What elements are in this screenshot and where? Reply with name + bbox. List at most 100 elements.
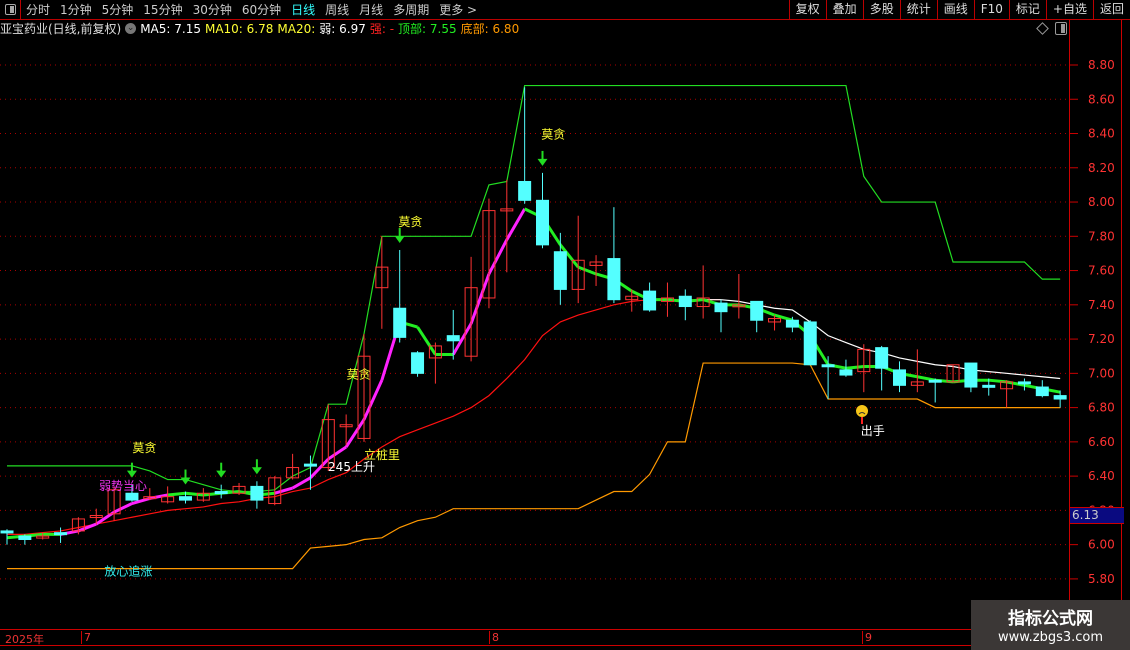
annotations: 莫贪莫贪莫贪莫贪弱势当心放心追涨245上升立桩里出手 — [99, 127, 885, 579]
annotation-label: 莫贪 — [132, 440, 156, 455]
buy-arrow-icon — [216, 470, 227, 478]
top-value: 顶部: 7.55 — [398, 22, 457, 36]
indicator-info-line: 亚宝药业(日线,前复权) ⌄ MA5: 7.15 MA10: 6.78 MA20… — [0, 20, 523, 37]
annotation-label: 莫贪 — [347, 366, 371, 381]
candle-body — [446, 335, 460, 342]
annotation-label: 莫贪 — [398, 214, 422, 229]
ma5-line-segment — [774, 313, 793, 322]
ma5-line-segment — [291, 476, 312, 490]
stock-title[interactable]: 亚宝药业(日线,前复权) — [0, 20, 121, 37]
toolbar-button[interactable]: 多股 — [862, 0, 900, 19]
ma5-line-segment — [309, 457, 330, 479]
panel-toggle-icon[interactable] — [1055, 22, 1067, 35]
annotation-label: 莫贪 — [541, 127, 565, 142]
candle-body — [964, 362, 978, 388]
strong-value: 强: - — [369, 22, 395, 36]
toolbar-button[interactable]: F10 — [973, 0, 1009, 19]
toolbar-button[interactable]: 叠加 — [825, 0, 863, 19]
tab-period[interactable]: 月线 — [354, 1, 388, 18]
tab-period[interactable]: 30分钟 — [188, 1, 237, 18]
candle-body — [553, 251, 567, 290]
candle-body — [678, 295, 692, 308]
candle-body — [303, 463, 317, 467]
toolbar-button[interactable]: 标记 — [1008, 0, 1046, 19]
gridlines — [0, 64, 1068, 580]
candle-body — [214, 491, 228, 495]
annotation-label: 245上升 — [328, 460, 375, 474]
candle-body — [411, 352, 425, 374]
ma5-line-segment — [362, 379, 384, 421]
annotation-label: 放心追涨 — [104, 563, 152, 578]
candle-body — [18, 535, 32, 541]
tab-period[interactable]: 多周期 — [388, 1, 434, 18]
ma20-label: MA20: — [277, 21, 316, 36]
month-label: 8 — [489, 631, 499, 644]
indicator-lines — [6, 84, 1061, 570]
ma5-value: MA5: 7.15 — [140, 21, 201, 36]
dropdown-chevron-icon[interactable]: ⌄ — [125, 23, 137, 34]
year-label: 2025年 — [5, 633, 44, 646]
tab-period[interactable]: 5分钟 — [97, 1, 139, 18]
toolbar-button[interactable]: 返回 — [1092, 0, 1130, 19]
bottom-value: 底部: 6.80 — [460, 22, 520, 36]
candle-body — [607, 258, 621, 301]
tab-period[interactable]: 15分钟 — [138, 1, 187, 18]
toolbar-buttons: 复权 叠加 多股 统计 画线 F10 标记 +自选 返回 — [788, 0, 1130, 19]
candle-body — [750, 300, 764, 321]
candle-body — [821, 364, 835, 368]
candle-body — [785, 319, 799, 328]
ma10-value: MA10: 6.78 — [204, 21, 274, 36]
watermark-logo: 指标公式网 www.zbgs3.com — [971, 600, 1130, 650]
ma5-line-segment — [344, 418, 366, 448]
tab-period[interactable]: 60分钟 — [237, 1, 286, 18]
candle-body — [0, 530, 14, 534]
weak-value: 弱: 6.97 — [319, 22, 366, 36]
tab-period[interactable]: 分时 — [21, 1, 55, 18]
candle-body — [928, 379, 942, 383]
candle-body — [125, 492, 139, 501]
candle-body — [893, 369, 906, 386]
buy-arrow-icon — [251, 467, 262, 475]
tab-period[interactable]: 更多 > — [434, 1, 482, 18]
candle-body — [393, 307, 407, 338]
ma5-line-segment — [167, 491, 186, 497]
annotation-label: 出手 — [861, 424, 885, 438]
buy-arrow-icon — [126, 470, 137, 478]
tab-period[interactable]: 周线 — [320, 1, 354, 18]
buy-arrow-icon — [537, 158, 548, 166]
candle-body — [250, 485, 264, 501]
candle-body — [518, 180, 532, 201]
candle-body — [54, 532, 68, 536]
top-line — [7, 84, 1061, 493]
bottom-line — [7, 362, 1061, 570]
month-label: 7 — [81, 631, 91, 644]
period-toolbar: 分时 1分钟 5分钟 15分钟 30分钟 60分钟 日线 周线 月线 多周期 更多 > 复权 叠加 多股… — [0, 0, 1130, 20]
candle-body — [1053, 395, 1067, 400]
toolbar-button[interactable]: 画线 — [936, 0, 974, 19]
panel-toggle-icon[interactable] — [0, 0, 21, 19]
toolbar-button[interactable]: 复权 — [788, 0, 826, 19]
candle-body — [1017, 381, 1031, 385]
toolbar-button[interactable]: +自选 — [1045, 0, 1093, 19]
ma5-line-segment — [505, 208, 526, 241]
toolbar-button[interactable]: 统计 — [899, 0, 937, 19]
buy-arrow-icon — [394, 236, 405, 244]
candle-body — [179, 496, 192, 501]
candle-body — [714, 302, 728, 313]
candle-body — [536, 199, 549, 246]
month-label: 9 — [862, 631, 872, 644]
side-panel-strip[interactable] — [1121, 20, 1130, 630]
tab-period[interactable]: 1分钟 — [55, 1, 97, 18]
candle-body — [643, 290, 657, 311]
sad-face-icon — [856, 405, 869, 418]
candle-body — [875, 347, 889, 369]
ma5-line-segment — [327, 445, 347, 461]
candlestick-chart[interactable]: 莫贪莫贪莫贪莫贪弱势当心放心追涨245上升立桩里出手 8.808.608.408… — [0, 0, 1130, 650]
ma5-line-segment — [487, 239, 509, 275]
candle-body — [803, 321, 817, 366]
tab-period[interactable]: 日线 — [286, 1, 320, 18]
ma5-line-segment — [113, 502, 133, 514]
watermark-url: www.zbgs3.com — [997, 630, 1104, 645]
annotation-label: 立桩里 — [364, 447, 400, 462]
candle-body — [839, 369, 853, 376]
